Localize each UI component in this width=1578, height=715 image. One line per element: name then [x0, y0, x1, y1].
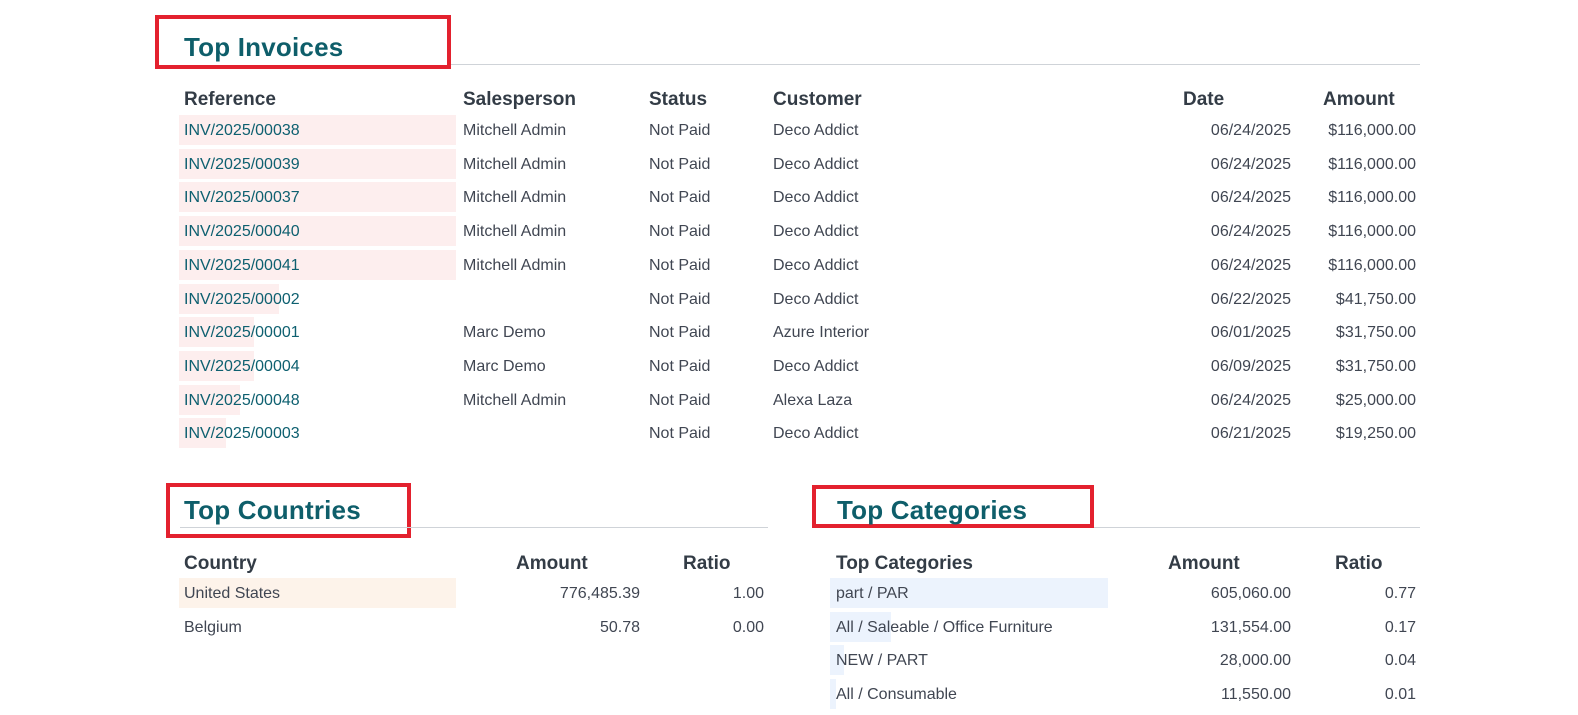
country-ratio: 0.00 — [732, 619, 764, 636]
invoice-status: Not Paid — [649, 256, 711, 274]
country-name: United States — [184, 585, 281, 602]
invoice-amount: $31,750.00 — [1335, 357, 1416, 375]
country-amount: 50.78 — [599, 619, 640, 636]
invoice-customer: Alexa Laza — [773, 391, 853, 409]
invoice-date: 06/24/2025 — [1210, 391, 1291, 409]
header-category[interactable]: Top Categories — [836, 553, 973, 575]
invoice-reference-link[interactable]: INV/2025/00037 — [184, 188, 300, 208]
invoice-date: 06/24/2025 — [1210, 256, 1291, 274]
category-amount: 11,550.00 — [1221, 686, 1291, 704]
header-category-amount[interactable]: Amount — [1168, 553, 1240, 575]
invoice-date: 06/09/2025 — [1210, 357, 1291, 375]
invoice-status: Not Paid — [649, 223, 711, 241]
invoice-reference-link[interactable]: INV/2025/00001 — [184, 323, 300, 343]
category-name: part / PAR — [836, 585, 909, 602]
header-country-ratio[interactable]: Ratio — [683, 553, 731, 575]
invoice-date: 06/24/2025 — [1210, 223, 1291, 241]
header-status[interactable]: Status — [649, 89, 707, 111]
invoice-customer: Deco Addict — [773, 357, 859, 375]
category-name: All / Saleable / Office Furniture — [836, 618, 1053, 636]
invoice-amount: $25,000.00 — [1335, 391, 1416, 409]
category-ratio: 0.77 — [1384, 585, 1416, 602]
invoice-amount: $116,000.00 — [1328, 189, 1416, 207]
invoice-date: 06/01/2025 — [1210, 324, 1291, 342]
invoice-customer: Deco Addict — [773, 155, 859, 173]
invoice-amount: $116,000.00 — [1328, 122, 1416, 139]
category-amount: 131,554.00 — [1210, 618, 1291, 636]
invoice-date: 06/22/2025 — [1210, 290, 1291, 308]
invoice-salesperson: Mitchell Admin — [463, 122, 567, 139]
invoice-amount: $116,000.00 — [1328, 223, 1416, 241]
invoice-reference-link[interactable]: INV/2025/00004 — [184, 357, 300, 377]
category-ratio: 0.01 — [1384, 686, 1416, 704]
invoices-title: Top Invoices — [184, 32, 344, 62]
invoice-date: 06/21/2025 — [1210, 425, 1291, 443]
category-amount: 28,000.00 — [1219, 652, 1291, 670]
country-amount: 776,485.39 — [559, 585, 640, 602]
invoice-amount: $116,000.00 — [1328, 256, 1416, 274]
invoice-reference-link[interactable]: INV/2025/00003 — [184, 424, 300, 444]
category-name: NEW / PART — [836, 652, 928, 670]
invoice-reference-link[interactable]: INV/2025/00002 — [184, 290, 300, 310]
header-country[interactable]: Country — [184, 553, 257, 575]
category-ratio: 0.17 — [1384, 618, 1416, 636]
invoice-date: 06/24/2025 — [1210, 155, 1291, 173]
invoice-customer: Deco Addict — [773, 189, 859, 207]
countries-divider — [180, 527, 768, 528]
country-name: Belgium — [184, 619, 242, 636]
invoice-salesperson: Mitchell Admin — [463, 155, 567, 173]
invoice-amount: $41,750.00 — [1335, 290, 1416, 308]
category-amount: 605,060.00 — [1210, 585, 1291, 602]
countries-title: Top Countries — [184, 495, 361, 525]
invoice-reference-link[interactable]: INV/2025/00048 — [184, 391, 300, 411]
header-salesperson[interactable]: Salesperson — [463, 89, 576, 111]
invoice-customer: Deco Addict — [773, 256, 859, 274]
invoice-customer: Deco Addict — [773, 425, 859, 443]
invoice-salesperson: Mitchell Admin — [463, 189, 567, 207]
invoice-customer: Deco Addict — [773, 122, 859, 139]
categories-divider — [1094, 527, 1420, 528]
invoice-status: Not Paid — [649, 155, 711, 173]
invoice-status: Not Paid — [649, 324, 711, 342]
invoice-date: 06/24/2025 — [1210, 189, 1291, 207]
invoice-salesperson: Mitchell Admin — [463, 391, 567, 409]
invoice-date: 06/24/2025 — [1210, 122, 1291, 139]
invoice-reference-link[interactable]: INV/2025/00039 — [184, 155, 300, 175]
invoice-amount: $31,750.00 — [1335, 324, 1416, 342]
invoice-customer: Deco Addict — [773, 290, 859, 308]
invoice-customer: Azure Interior — [773, 324, 870, 342]
invoice-reference-link[interactable]: INV/2025/00041 — [184, 256, 300, 276]
header-amount[interactable]: Amount — [1323, 89, 1395, 111]
invoice-customer: Deco Addict — [773, 223, 859, 241]
invoice-salesperson: Mitchell Admin — [463, 256, 567, 274]
invoice-status: Not Paid — [649, 357, 711, 375]
category-ratio: 0.04 — [1384, 652, 1416, 670]
header-customer[interactable]: Customer — [773, 89, 862, 111]
invoice-status: Not Paid — [649, 189, 711, 207]
invoice-status: Not Paid — [649, 391, 711, 409]
invoice-reference-link[interactable]: INV/2025/00038 — [184, 121, 300, 141]
header-reference[interactable]: Reference — [184, 89, 276, 111]
invoices-divider — [451, 64, 1420, 65]
invoice-reference-link[interactable]: INV/2025/00040 — [184, 222, 300, 242]
header-country-amount[interactable]: Amount — [516, 553, 588, 575]
country-ratio: 1.00 — [732, 585, 764, 602]
header-date[interactable]: Date — [1183, 89, 1224, 111]
invoice-amount: $116,000.00 — [1328, 155, 1416, 173]
invoice-salesperson: Mitchell Admin — [463, 223, 567, 241]
invoice-status: Not Paid — [649, 122, 711, 139]
header-category-ratio[interactable]: Ratio — [1335, 553, 1383, 575]
invoice-salesperson: Marc Demo — [463, 357, 546, 375]
category-name: All / Consumable — [836, 686, 957, 704]
invoice-status: Not Paid — [649, 425, 711, 443]
categories-title: Top Categories — [837, 495, 1028, 525]
invoice-salesperson: Marc Demo — [463, 324, 546, 342]
invoice-status: Not Paid — [649, 290, 711, 308]
invoice-amount: $19,250.00 — [1335, 425, 1416, 443]
